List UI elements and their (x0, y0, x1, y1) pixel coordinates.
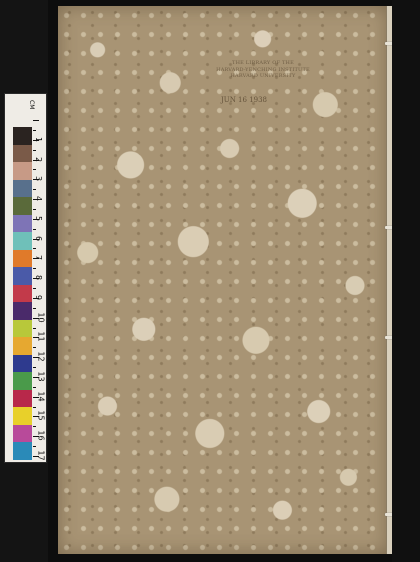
ruler-tick (33, 386, 36, 388)
ruler-unit-label: CM (28, 100, 35, 110)
ruler-tick (33, 120, 39, 121)
ruler-number: 2 (34, 156, 44, 162)
ruler-tick (33, 129, 36, 131)
color-swatch-column (13, 127, 32, 461)
color-swatch (13, 284, 32, 303)
ruler-number: 10 (36, 312, 46, 323)
ruler-number: 4 (34, 196, 44, 202)
color-swatch (13, 267, 32, 286)
library-stamp: THE LIBRARY OF THE HARVARD-YENCHING INST… (188, 60, 338, 80)
cm-ruler: CM 1 2 3 4 5 6 7 8 9 10 11 12 13 14 15 16 17 (28, 100, 47, 461)
ruler-tick (33, 406, 36, 408)
color-swatch (13, 249, 32, 268)
ruler-tick (33, 367, 36, 369)
book-cover: THE LIBRARY OF THE HARVARD-YENCHING INST… (58, 6, 390, 554)
ruler-number: 7 (34, 255, 44, 261)
color-calibration-target: CM 1 2 3 4 5 6 7 8 9 10 11 12 13 14 15 16 17 (4, 93, 47, 463)
ruler-number: 8 (34, 275, 44, 281)
ruler-tick (33, 446, 36, 448)
stamp-line: HARVARD UNIVERSITY (230, 73, 296, 79)
target-label (6, 98, 13, 218)
ruler-tick (33, 327, 36, 329)
color-swatch (13, 337, 32, 356)
ruler-number: 15 (36, 410, 46, 422)
color-swatch (13, 442, 32, 461)
ruler-number: 6 (34, 235, 44, 241)
ruler-number: 17 (36, 450, 46, 461)
ruler-number: 3 (34, 176, 44, 182)
ruler-tick (33, 189, 36, 191)
ruler-number: 5 (34, 215, 44, 221)
color-swatch (13, 389, 32, 408)
color-swatch (13, 179, 32, 198)
color-swatch (13, 197, 32, 216)
color-swatch (13, 354, 32, 373)
ruler-tick (33, 288, 36, 289)
ruler-tick (33, 248, 36, 250)
color-swatch (13, 214, 32, 233)
ruler-number: 9 (34, 294, 44, 300)
ruler-tick (33, 208, 36, 210)
ruler-number: 12 (36, 351, 46, 362)
color-swatch (13, 162, 32, 181)
ruler-tick (33, 347, 36, 349)
color-swatch (13, 127, 32, 146)
color-swatch (13, 319, 32, 338)
color-swatch (13, 302, 32, 321)
ruler-number: 1 (34, 136, 44, 142)
accession-date-stamp: JUN 16 1938 (221, 96, 268, 104)
ruler-number: 13 (36, 371, 46, 382)
ruler-tick (33, 268, 36, 270)
ruler-tick (33, 426, 36, 428)
scan-background-right (392, 0, 420, 562)
ruler-tick (33, 149, 36, 151)
color-swatch (13, 424, 32, 443)
ruler-number: 14 (36, 391, 46, 402)
color-swatch (13, 407, 32, 426)
color-swatch (13, 232, 32, 251)
ruler-tick (33, 307, 36, 309)
ruler-tick (33, 169, 36, 171)
color-swatch (13, 372, 32, 391)
ruler-number: 16 (36, 430, 46, 441)
ruler-tick (33, 228, 36, 230)
color-swatch (13, 144, 32, 163)
ruler-number: 11 (36, 331, 46, 342)
